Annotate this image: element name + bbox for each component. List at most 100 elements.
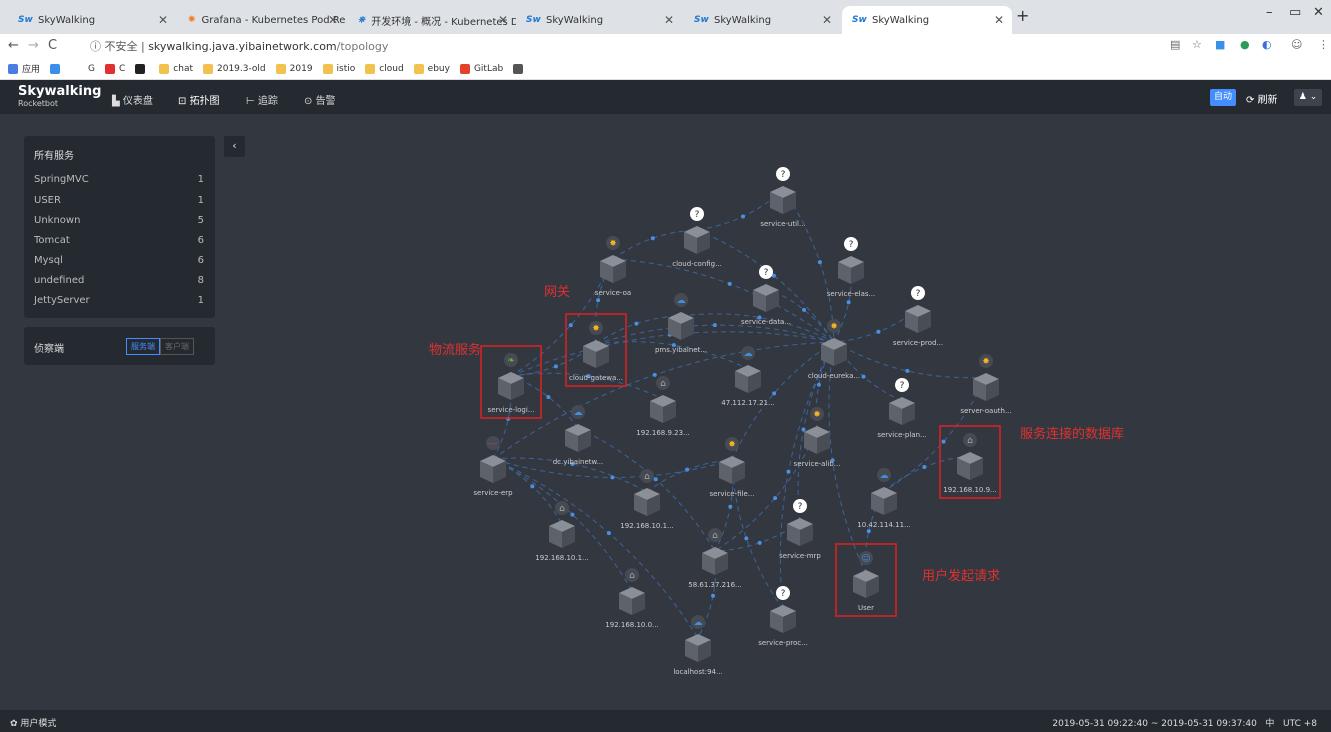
edge-metric-dot[interactable] <box>546 394 551 399</box>
topology-node-ip-192-10-9[interactable]: ⌂ 192.168.10.9... <box>943 433 997 494</box>
topology-edge[interactable] <box>595 324 835 345</box>
topology-edge[interactable] <box>779 341 835 610</box>
topology-node-service-mrp[interactable]: ? service-mrp <box>779 499 821 560</box>
reload-button[interactable]: C <box>48 38 57 53</box>
topology-node-ip-10-42[interactable]: ☁ 10.42.114.11... <box>857 468 911 529</box>
edge-metric-dot[interactable] <box>773 496 778 501</box>
maximize-button[interactable]: ▭ <box>1289 5 1301 20</box>
topology-node-service-util[interactable]: ? service-util... <box>760 167 806 228</box>
topology-node-service-plan[interactable]: ? service-plan... <box>877 378 927 439</box>
close-tab-icon[interactable]: ✕ <box>158 13 168 27</box>
edge-metric-dot[interactable] <box>741 214 745 219</box>
topology-edge[interactable] <box>492 458 699 639</box>
edge-metric-dot[interactable] <box>530 484 535 489</box>
edge-metric-dot[interactable] <box>802 307 807 312</box>
new-tab-button[interactable]: + <box>1016 6 1029 25</box>
minimize-button[interactable]: – <box>1266 5 1273 20</box>
edge-metric-dot[interactable] <box>757 540 762 545</box>
extension-icon[interactable]: ■ <box>1215 38 1225 51</box>
edge-metric-dot[interactable] <box>846 300 851 305</box>
edge-metric-dot[interactable] <box>727 281 732 286</box>
user-mode-toggle[interactable]: ✿ 用户模式 <box>10 716 56 729</box>
edge-metric-dot[interactable] <box>744 536 749 541</box>
nav-trace[interactable]: ⊢ 追踪 <box>246 92 278 107</box>
star-icon[interactable]: ☆ <box>1192 38 1202 51</box>
back-button[interactable]: ← <box>8 38 19 53</box>
browser-tab[interactable]: Sw SkyWalking ✕ <box>8 6 176 34</box>
edge-metric-dot[interactable] <box>772 391 777 396</box>
menu-icon[interactable]: ⋮ <box>1318 38 1329 51</box>
edge-metric-dot[interactable] <box>941 439 946 444</box>
bookmark-item[interactable] <box>50 63 64 74</box>
bookmark-item[interactable]: GitLab <box>459 63 503 74</box>
edge-metric-dot[interactable] <box>861 374 866 379</box>
topology-node-ip-192-9-23[interactable]: ⌂ 192.168.9.23... <box>636 376 690 437</box>
bookmark-item[interactable]: 应用 <box>8 62 40 75</box>
topology-node-server-oauth[interactable]: ✸ server-oauth... <box>960 354 1012 415</box>
close-tab-icon[interactable]: ✕ <box>328 13 338 27</box>
edge-metric-dot[interactable] <box>596 298 601 303</box>
close-tab-icon[interactable]: ✕ <box>994 13 1004 27</box>
edge-metric-dot[interactable] <box>786 469 791 474</box>
edge-metric-dot[interactable] <box>568 323 573 328</box>
browser-tab[interactable]: Sw SkyWalking ✕ <box>516 6 682 34</box>
edge-metric-dot[interactable] <box>653 477 658 482</box>
topology-node-user[interactable]: ☺ User <box>853 551 879 612</box>
edge-metric-dot[interactable] <box>634 321 639 326</box>
profile-icon[interactable]: ☺ <box>1291 38 1302 51</box>
close-window-button[interactable]: ✕ <box>1313 5 1324 20</box>
topology-node-service-erp[interactable]: — service-erp <box>473 436 513 497</box>
extension-icon[interactable]: ◐ <box>1262 38 1272 51</box>
topology-node-service-oa[interactable]: ✸ service-oa <box>595 236 631 297</box>
close-tab-icon[interactable]: ✕ <box>822 13 832 27</box>
topology-node-ip-192-10-0[interactable]: ⌂ 192.168.10.0... <box>605 568 659 629</box>
bookmark-item[interactable]: ebuy <box>413 63 450 74</box>
topology-node-service-file[interactable]: ✸ service-file... <box>710 437 755 498</box>
browser-tab[interactable]: ⎈ 开发环境 - 概况 - Kubernetes D ✕ <box>348 6 516 34</box>
edge-metric-dot[interactable] <box>876 329 881 334</box>
edge-metric-dot[interactable] <box>553 364 558 369</box>
url-field[interactable]: ⓘ 不安全 | skywalking.java.yibainetwork.com… <box>90 38 388 54</box>
translate-icon[interactable]: ▤ <box>1170 38 1180 51</box>
topology-node-ip-47[interactable]: ☁ 47.112.17.21... <box>721 346 775 407</box>
logo[interactable]: Skywalking Rocketbot <box>18 85 101 110</box>
topology-node-cloud-gateway[interactable]: ✸ cloud-gatewa... <box>569 321 623 382</box>
browser-tab[interactable]: Sw SkyWalking ✕ <box>684 6 840 34</box>
topology-graph[interactable]: ? service-util...? cloud-config...? service… <box>0 114 1331 710</box>
topology-node-service-proc[interactable]: ? service-proc... <box>758 586 808 647</box>
edge-metric-dot[interactable] <box>728 504 733 509</box>
edge-metric-dot[interactable] <box>606 531 611 536</box>
edge-metric-dot[interactable] <box>685 467 690 472</box>
nav-alarm[interactable]: ⊙ 告警 <box>304 92 336 107</box>
time-range[interactable]: 2019-05-31 09:22:40 ~ 2019-05-31 09:37:4… <box>1052 716 1317 729</box>
bookmark-item[interactable]: 2019 <box>275 63 313 74</box>
topology-node-ip-192-10-1a[interactable]: ⌂ 192.168.10.1... <box>620 469 674 530</box>
bookmark-item[interactable]: 2019.3-old <box>203 63 266 74</box>
edge-metric-dot[interactable] <box>570 512 575 517</box>
edge-metric-dot[interactable] <box>610 475 615 480</box>
edge-metric-dot[interactable] <box>905 368 910 373</box>
edge-metric-dot[interactable] <box>817 260 822 265</box>
edge-metric-dot[interactable] <box>650 236 655 241</box>
extension-icon[interactable]: ● <box>1240 38 1250 51</box>
language-toggle[interactable]: 中 <box>1265 719 1274 729</box>
bookmark-item[interactable]: chat <box>159 63 193 74</box>
close-tab-icon[interactable]: ✕ <box>664 13 674 27</box>
topology-node-service-prod[interactable]: ? service-prod... <box>893 286 943 347</box>
refresh-button[interactable]: ⟳ 刷新 <box>1246 91 1278 106</box>
bookmark-item[interactable] <box>135 63 149 74</box>
topology-node-cloud-eureka[interactable]: ✸ cloud-eureka... <box>808 319 860 380</box>
topology-node-dc[interactable]: ☁ dc.yibainetw... <box>553 405 604 466</box>
edge-metric-dot[interactable] <box>922 465 927 470</box>
bookmark-item[interactable]: G <box>74 63 95 74</box>
topology-node-pms[interactable]: ☁ pms.yibainet... <box>655 293 707 354</box>
close-tab-icon[interactable]: ✕ <box>498 13 508 27</box>
auto-refresh-button[interactable]: 自动 <box>1210 89 1236 106</box>
bookmark-item[interactable]: istio <box>322 63 355 74</box>
browser-tab[interactable]: ✺ Grafana - Kubernetes Pod Res ✕ <box>178 6 346 34</box>
nav-dashboard[interactable]: ▙ 仪表盘 <box>112 92 153 107</box>
topology-node-service-data[interactable]: ? service-data... <box>741 265 791 326</box>
edge-metric-dot[interactable] <box>866 529 871 534</box>
bookmark-item[interactable]: cloud <box>365 63 404 74</box>
nav-topology[interactable]: ⊡ 拓扑图 <box>178 92 220 107</box>
